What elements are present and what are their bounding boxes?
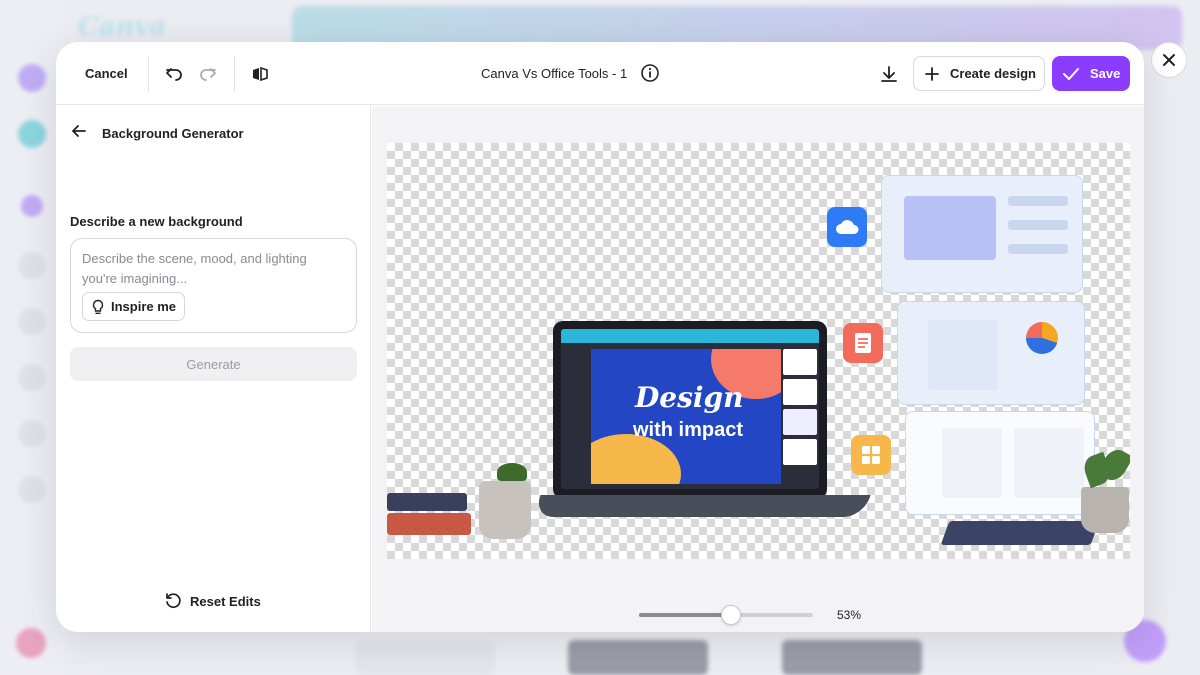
design-preview: Design with impact: [591, 349, 781, 484]
plus-icon: [925, 66, 939, 81]
download-button[interactable]: [877, 62, 901, 86]
small-plant: [497, 463, 527, 481]
reset-edits-label: Reset Edits: [190, 593, 261, 609]
image-placeholder: [904, 196, 996, 260]
text-line: [1008, 220, 1068, 230]
floating-ui-panel: [881, 175, 1083, 293]
laptop: Design with impact: [553, 321, 827, 499]
image-canvas[interactable]: Design with impact: [387, 143, 1130, 559]
describe-input[interactable]: Describe the scene, mood, and lighting y…: [70, 238, 357, 333]
laptop-toolbar: [561, 329, 819, 343]
zoom-slider[interactable]: [639, 605, 813, 625]
download-icon: [881, 66, 897, 82]
flip-button[interactable]: [248, 62, 272, 86]
panel-header: Background Generator: [70, 122, 244, 145]
save-label: Save: [1090, 66, 1121, 81]
close-icon: [1163, 54, 1175, 66]
info-button[interactable]: [640, 63, 660, 88]
lightbulb-icon: [92, 299, 104, 314]
background-generator-panel: Background Generator Describe a new back…: [56, 106, 371, 632]
book-stack: [387, 513, 471, 535]
mug: [479, 481, 531, 539]
undo-icon: [166, 68, 182, 81]
info-icon: [641, 64, 659, 82]
text-block: [942, 428, 1002, 498]
design-subline: with impact: [633, 419, 744, 441]
panel-title: Background Generator: [102, 126, 244, 141]
reset-icon: [166, 593, 181, 609]
grid-app-icon: [851, 435, 891, 475]
arrow-left-icon: [72, 125, 86, 137]
create-design-label: Create design: [950, 66, 1036, 81]
design-headline: Design: [635, 381, 744, 414]
zoom-slider-fill: [639, 613, 731, 617]
cloud-app-icon: [827, 207, 867, 247]
text-line: [1008, 244, 1068, 254]
inspire-me-button[interactable]: Inspire me: [82, 292, 186, 321]
redo-button[interactable]: [196, 62, 220, 86]
floating-ui-panel: [905, 411, 1095, 515]
cancel-button[interactable]: Cancel: [85, 66, 128, 81]
laptop-screen: Design with impact: [561, 329, 819, 489]
undo-button[interactable]: [162, 62, 186, 86]
pie-graphic: [1026, 322, 1058, 354]
background-generator-modal: Cancel Canva Vs Office Tools - 1 Create …: [56, 42, 1144, 632]
generate-button[interactable]: Generate: [70, 347, 357, 381]
thumbnail: [783, 439, 817, 465]
document-title: Canva Vs Office Tools - 1: [481, 66, 628, 81]
inspire-me-label: Inspire me: [111, 299, 177, 314]
floating-ui-panel: [897, 301, 1085, 405]
zoom-percentage: 53%: [837, 608, 862, 622]
thumbnail: [783, 349, 817, 375]
modal-toolbar: Cancel Canva Vs Office Tools - 1 Create …: [56, 42, 1144, 105]
canvas-area: Design with impact 53%: [372, 106, 1144, 632]
describe-label: Describe a new background: [70, 214, 243, 229]
thumbnail: [783, 379, 817, 405]
toolbar-divider: [148, 56, 149, 92]
plant-pot: [1081, 487, 1129, 533]
create-design-button[interactable]: Create design: [913, 56, 1045, 91]
laptop-base: [533, 495, 871, 517]
thumbnail: [783, 409, 817, 435]
back-button[interactable]: [70, 122, 88, 145]
book-stack: [387, 493, 467, 511]
cloud-icon: [836, 220, 859, 234]
text-line: [1008, 196, 1068, 206]
document-app-icon: [843, 323, 883, 363]
reset-edits-button[interactable]: Reset Edits: [164, 592, 261, 610]
flip-icon: [253, 66, 268, 82]
toolbar-divider: [234, 56, 235, 92]
describe-placeholder: Describe the scene, mood, and lighting y…: [82, 251, 307, 286]
chart-placeholder: [928, 320, 998, 390]
redo-icon: [200, 68, 216, 81]
notebook: [940, 521, 1100, 545]
table-block: [1014, 428, 1084, 498]
save-button[interactable]: Save: [1052, 56, 1130, 91]
check-icon: [1063, 67, 1079, 80]
zoom-slider-handle[interactable]: [721, 605, 741, 625]
grid-icon: [862, 446, 880, 464]
document-icon: [855, 333, 871, 353]
close-button[interactable]: [1151, 42, 1187, 78]
laptop-thumbnails: [783, 349, 819, 485]
